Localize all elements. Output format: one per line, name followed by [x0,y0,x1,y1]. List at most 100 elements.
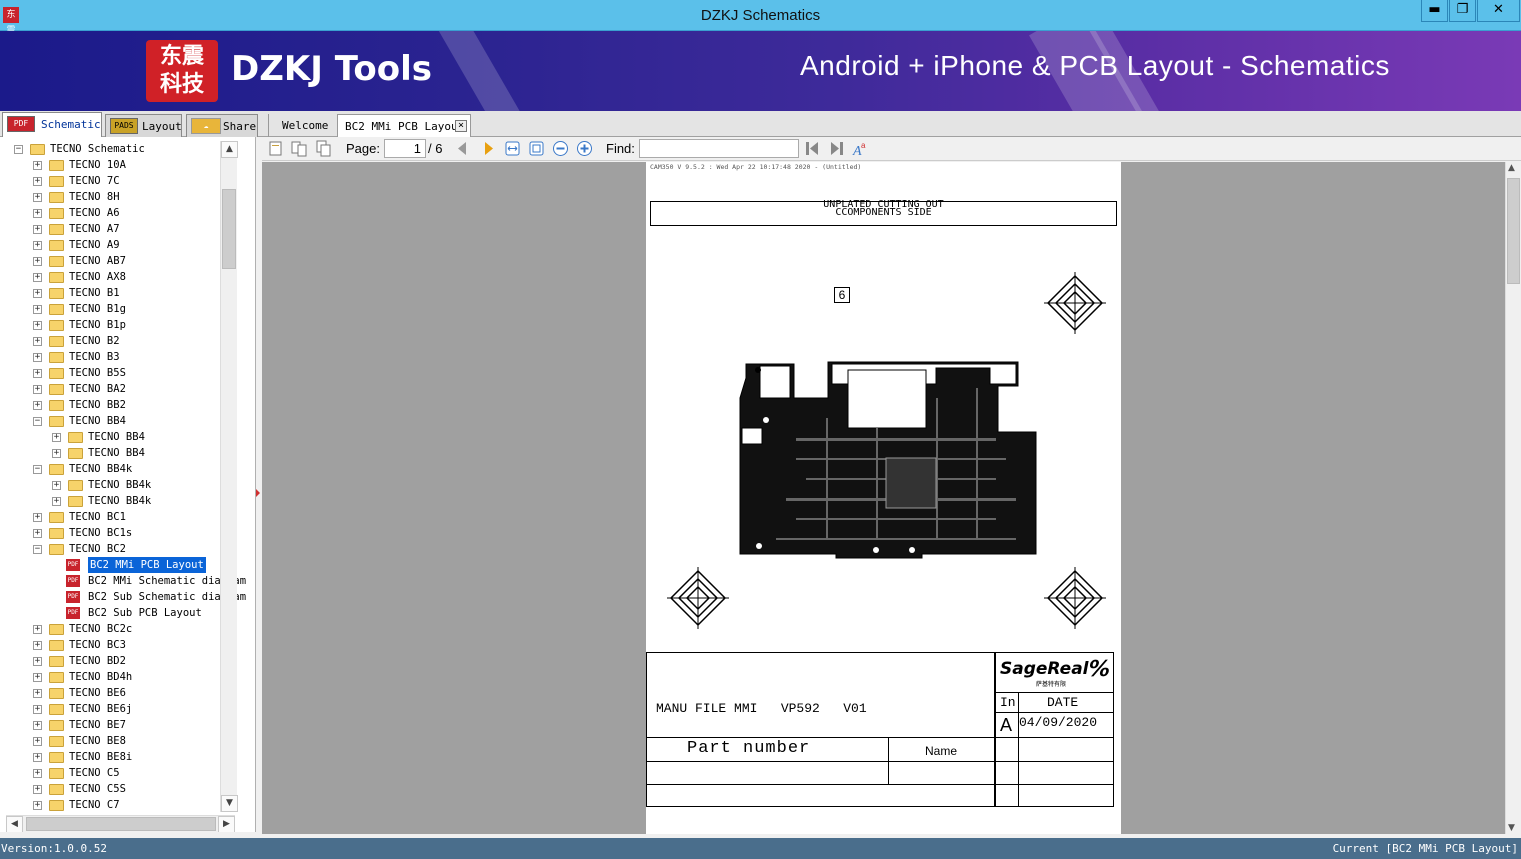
scroll-right-button[interactable]: ▶ [218,816,235,832]
previous-page-icon[interactable] [454,140,471,157]
viewer-scroll-thumb[interactable] [1507,178,1520,284]
expand-icon[interactable]: + [33,673,42,682]
tree-item-label: BC2 MMi PCB Layout [87,556,207,574]
scroll-up-button[interactable]: ▲ [221,141,238,158]
viewer-vertical-scrollbar[interactable]: ▲ ▼ [1505,162,1521,834]
expand-icon[interactable]: + [33,337,42,346]
expand-icon[interactable]: + [33,177,42,186]
expand-icon[interactable]: + [33,289,42,298]
expand-icon[interactable]: + [33,769,42,778]
collapse-icon[interactable]: − [33,465,42,474]
tree-item-label: TECNO B1g [69,303,126,315]
tree-horizontal-scrollbar[interactable]: ◀ ▶ [6,815,235,832]
document-viewer[interactable]: CAM350 V 9.5.2 : Wed Apr 22 10:17:48 202… [262,162,1505,834]
expand-icon[interactable]: + [52,497,61,506]
expand-icon[interactable]: + [33,401,42,410]
scroll-thumb[interactable] [222,189,236,269]
expand-icon[interactable]: + [33,721,42,730]
collapse-icon[interactable]: − [14,145,23,154]
find-previous-icon[interactable] [804,140,821,157]
expand-icon[interactable]: + [52,449,61,458]
expand-icon[interactable]: + [52,481,61,490]
folder-icon [68,480,83,491]
expand-icon[interactable]: + [33,513,42,522]
expand-icon[interactable]: + [33,657,42,666]
hscroll-thumb[interactable] [26,817,216,831]
expand-icon[interactable]: + [33,225,42,234]
pdf-page: CAM350 V 9.5.2 : Wed Apr 22 10:17:48 202… [646,162,1121,834]
page-number-input[interactable] [384,139,426,158]
folder-icon [49,224,64,235]
folder-icon [49,192,64,203]
title-block: MANU FILE MMI VP592 V01 SageReal 萨基特有限 %… [646,652,1114,807]
tree-item-label: TECNO BE6j [69,703,133,715]
continuous-page-icon[interactable] [315,140,332,157]
expand-icon[interactable]: + [33,209,42,218]
scroll-up-icon[interactable]: ▲ [1508,163,1515,173]
tab-row: PDF Schematic PADS Layout ☁ Share Welcom… [0,111,1521,137]
expand-icon[interactable]: + [33,161,42,170]
tree-item-label: TECNO BE7 [69,719,126,731]
expand-icon[interactable]: + [33,369,42,378]
next-page-icon[interactable] [480,140,497,157]
tab-bc2-mmi-pcb-layout[interactable]: BC2 MMi PCB Layout × [337,114,471,137]
banner-tagline: Android + iPhone & PCB Layout - Schemati… [800,50,1390,81]
single-page-icon[interactable] [267,140,284,157]
expand-icon[interactable]: + [33,737,42,746]
close-tab-icon[interactable]: × [455,120,467,132]
match-case-icon[interactable]: Aa [852,140,869,157]
expand-icon[interactable]: + [33,705,42,714]
expand-icon[interactable]: + [33,353,42,362]
fit-page-icon[interactable] [528,140,545,157]
maximize-button[interactable]: ❐ [1449,0,1476,22]
tree-item-label: TECNO BE8i [69,751,133,763]
scroll-down-icon[interactable]: ▼ [1508,823,1515,833]
pdf-file-icon: PDF [66,575,80,587]
tab-share[interactable]: ☁ Share [186,114,258,137]
expand-icon[interactable]: + [33,625,42,634]
minimize-button[interactable]: ▬ [1421,0,1448,22]
expand-icon[interactable]: + [33,641,42,650]
expand-icon[interactable]: + [33,753,42,762]
tree-item-label: TECNO BD2 [69,655,126,667]
close-button[interactable]: ✕ [1477,0,1520,22]
registration-mark-icon [1044,272,1106,334]
fit-width-icon[interactable] [504,140,521,157]
tree-item-label: TECNO BB4 [88,447,145,459]
folder-icon [49,736,64,747]
tree-vertical-scrollbar[interactable]: ▲ ▼ [220,141,238,812]
folder-icon [68,432,83,443]
two-page-icon[interactable] [291,140,308,157]
svg-text:a: a [861,141,866,150]
expand-icon[interactable]: + [33,241,42,250]
tab-schematic[interactable]: PDF Schematic [2,112,102,137]
tab-layout[interactable]: PADS Layout [105,114,182,137]
folder-icon [49,528,64,539]
registration-mark-icon [1044,567,1106,629]
collapse-icon[interactable]: − [33,545,42,554]
viewer-toolbar: Page: / 6 Find: Aa [262,137,1521,161]
tree-item-label: TECNO BC1 [69,511,126,523]
find-next-icon[interactable] [828,140,845,157]
expand-icon[interactable]: + [33,785,42,794]
expand-icon[interactable]: + [33,801,42,810]
expand-icon[interactable]: + [33,689,42,698]
collapse-panel-arrow-icon[interactable] [256,489,260,497]
folder-icon [49,272,64,283]
expand-icon[interactable]: + [33,193,42,202]
find-input[interactable] [639,139,799,158]
expand-icon[interactable]: + [33,385,42,394]
expand-icon[interactable]: + [33,529,42,538]
expand-icon[interactable]: + [33,257,42,266]
scroll-down-button[interactable]: ▼ [221,795,238,812]
expand-icon[interactable]: + [33,305,42,314]
folder-icon [49,416,64,427]
zoom-out-icon[interactable] [552,140,569,157]
expand-icon[interactable]: + [52,433,61,442]
expand-icon[interactable]: + [33,321,42,330]
scroll-left-button[interactable]: ◀ [6,816,23,832]
zoom-in-icon[interactable] [576,140,593,157]
collapse-icon[interactable]: − [33,417,42,426]
tab-welcome[interactable]: Welcome [268,114,334,137]
expand-icon[interactable]: + [33,273,42,282]
